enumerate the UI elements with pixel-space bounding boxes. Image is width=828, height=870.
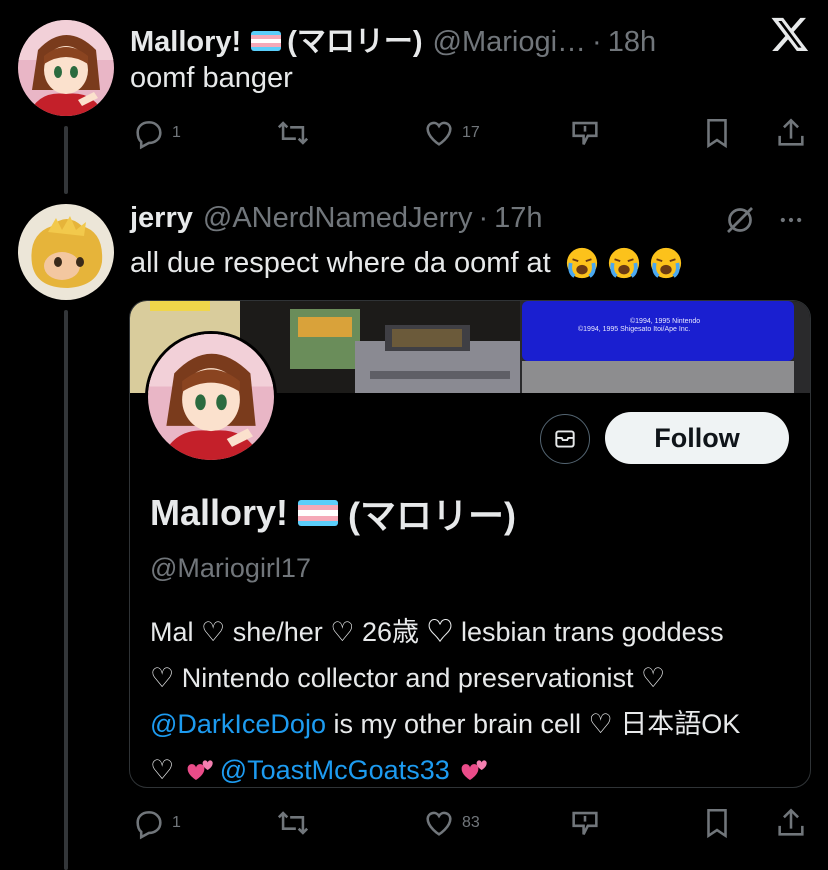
avatar-jerry[interactable] [18,204,114,300]
trans-flag-icon [298,500,339,526]
tweet1-handle[interactable]: @Mariogi… [433,26,587,59]
like-count: 17 [462,124,480,141]
like-button-2[interactable]: 83 [422,806,480,840]
tweet2-time[interactable]: 17h [494,202,542,235]
card-bio: Mal ♡ she/her ♡ 26歳 ♡ lesbian trans godd… [150,609,800,787]
tweet1-text: oomf banger [130,62,293,94]
message-button[interactable] [540,414,590,464]
reply-icon [136,121,162,150]
thread-line-2 [64,310,68,870]
tweet2-header: jerry @ANerdNamedJerry · 17h [130,202,543,235]
community-notes-icon [572,121,598,145]
x-logo-icon[interactable] [770,14,810,54]
card-display-name-row: Mallory! (マロリー) [150,487,516,539]
bio-line-4-prefix: ♡ [150,755,182,785]
crying-emoji-icon [608,247,639,279]
tweet2-text: all due respect where da oomf at [130,246,551,279]
tweet1-time[interactable]: 18h [608,26,656,59]
message-icon [555,430,575,448]
profile-card[interactable]: ©1994, 1995 Nintendo ©1994, 1995 Shigesa… [129,300,811,788]
card-avatar[interactable] [145,331,277,463]
tweet2-separator: · [478,202,489,234]
banner-text-2: ©1994, 1995 Shigesato Itoi/Ape Inc. [578,325,690,333]
crying-emoji-icon [566,247,597,279]
like-icon [426,121,452,146]
two-hearts-emoji-icon [461,760,487,780]
crying-emoji-icon [650,247,681,279]
reply-button-2[interactable]: 1 [132,806,181,840]
tweet2-text-row: all due respect where da oomf at [130,246,683,280]
retweet-button-2[interactable] [276,806,310,840]
tweet1-separator: · [592,26,602,58]
retweet-icon [277,121,309,145]
bio-line-3: @DarkIceDojo is my other brain cell ♡ 日本… [150,701,800,747]
tweet2-handle[interactable]: @ANerdNamedJerry [203,202,473,235]
like-count-2: 83 [462,814,480,831]
tweet2-display-name[interactable]: jerry [130,202,193,235]
mention-link-toastmcgoats33[interactable]: @ToastMcGoats33 [220,747,450,787]
card-display-name[interactable]: Mallory! [150,492,288,534]
retweet-button[interactable] [276,116,310,150]
bookmark-button[interactable] [700,116,734,150]
more-icon[interactable] [774,206,808,234]
community-notes-button-2[interactable] [568,806,602,840]
bookmark-icon [707,808,727,839]
bookmark-icon [707,118,727,149]
reply-button[interactable]: 1 [132,116,181,150]
banner-text-1: ©1994, 1995 Nintendo [630,317,700,325]
trans-flag-icon [251,31,282,51]
bookmark-button-2[interactable] [700,806,734,840]
bio-line-2: ♡ Nintendo collector and preservationist… [150,663,666,693]
follow-button[interactable]: Follow [605,412,789,464]
reply-count-2: 1 [172,814,181,831]
bio-line-4: ♡ @ToastMcGoats33 [150,747,800,787]
like-button[interactable]: 17 [422,116,480,150]
avatar-mallory[interactable] [18,20,114,116]
share-button-2[interactable] [774,806,808,840]
like-icon [426,811,452,836]
bio-line-1: Mal ♡ she/her ♡ 26歳 ♡ lesbian trans godd… [150,617,724,647]
community-notes-icon [572,811,598,835]
tweet1-display-name[interactable]: Mallory! [130,26,241,59]
mention-link-darkicedojo[interactable]: @DarkIceDojo [150,709,326,739]
share-icon [778,808,804,836]
reply-count: 1 [172,124,181,141]
thread-line [64,126,68,194]
reply-icon [136,811,162,840]
retweet-icon [277,811,309,835]
muted-icon[interactable] [722,202,758,238]
card-handle[interactable]: @Mariogirl17 [150,553,311,584]
tweet1-header: Mallory! (マロリー) @Mariogi… · 18h [130,18,656,60]
card-display-name-suffix[interactable]: (マロリー) [348,487,516,539]
tweet1-display-name-suffix[interactable]: (マロリー) [287,18,422,60]
share-button[interactable] [774,116,808,150]
two-hearts-emoji-icon [187,760,213,780]
share-icon [778,118,804,146]
community-notes-button[interactable] [568,116,602,150]
bio-line-3-text: is my other brain cell ♡ 日本語OK [325,709,741,739]
